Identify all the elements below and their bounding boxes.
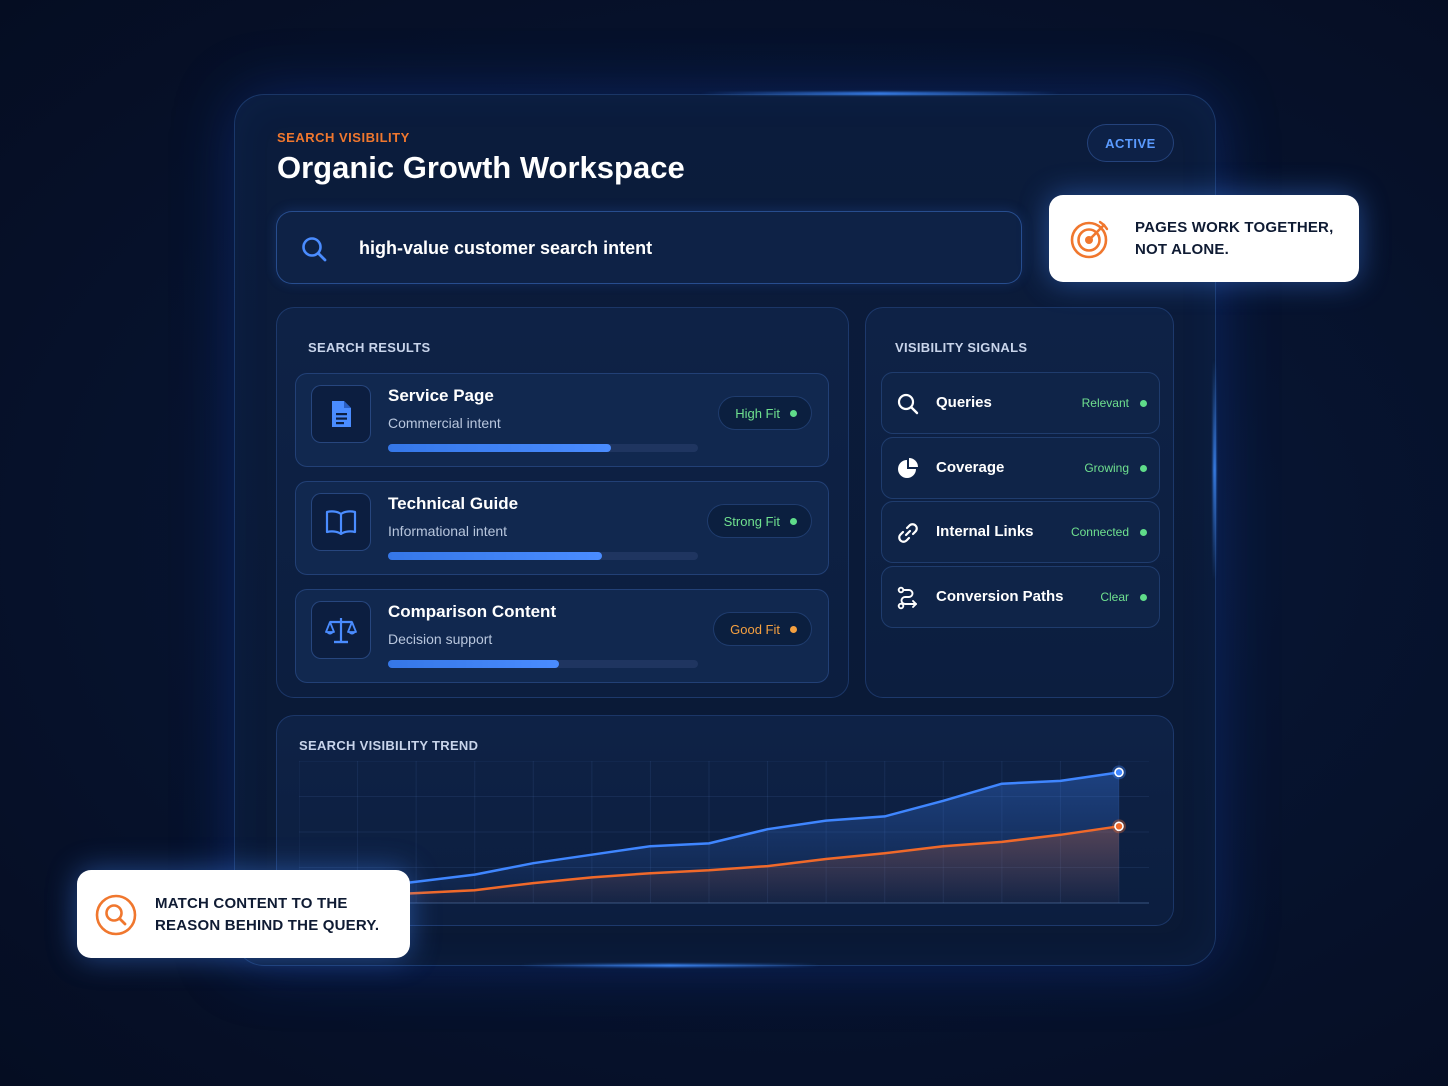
fit-progress-track xyxy=(388,444,698,452)
document-icon-box xyxy=(311,385,371,443)
search-results-label: SEARCH RESULTS xyxy=(308,340,431,355)
route-icon xyxy=(897,586,917,610)
trend-endpoint-marker xyxy=(1114,767,1124,778)
document-icon xyxy=(332,401,351,427)
signal-status-dot xyxy=(1140,400,1147,407)
search-bar[interactable] xyxy=(276,211,1022,284)
signal-status: Clear xyxy=(1100,590,1129,604)
signal-status: Relevant xyxy=(1081,396,1129,410)
frame-glow-top xyxy=(700,92,1060,95)
signal-status-dot xyxy=(1140,594,1147,601)
signal-row-internal-links[interactable]: Internal Links Connected xyxy=(881,501,1160,563)
fit-progress-fill xyxy=(388,660,559,668)
visibility-signals-label: VISIBILITY SIGNALS xyxy=(895,340,1028,355)
fit-badge: Strong Fit xyxy=(706,504,812,538)
result-card-comparison-content[interactable]: Comparison Content Decision support Good… xyxy=(295,589,829,683)
signal-row-queries[interactable]: Queries Relevant xyxy=(881,372,1160,434)
book-icon xyxy=(325,510,357,535)
link-icon xyxy=(898,523,918,543)
target-icon xyxy=(1070,220,1109,259)
section-eyebrow: SEARCH VISIBILITY xyxy=(277,130,410,145)
search-icon[interactable] xyxy=(299,234,329,264)
fit-badge: High Fit xyxy=(718,396,812,430)
trend-chart-title: SEARCH VISIBILITY TREND xyxy=(299,738,479,753)
page-title: Organic Growth Workspace xyxy=(277,150,685,185)
visibility-trend-panel: SEARCH VISIBILITY TREND xyxy=(276,715,1174,926)
fit-status-dot xyxy=(790,517,797,525)
fit-badge-label: High Fit xyxy=(735,405,780,421)
search-results-panel: SEARCH RESULTS Service Page Commercial i… xyxy=(276,307,849,698)
result-title: Technical Guide xyxy=(388,494,519,513)
signal-label: Conversion Paths xyxy=(936,588,1064,605)
signal-row-coverage[interactable]: Coverage Growing xyxy=(881,437,1160,499)
result-subtitle: Informational intent xyxy=(388,523,508,539)
callout-match-content: MATCH CONTENT TO THE REASON BEHIND THE Q… xyxy=(77,870,410,958)
fit-badge: Good Fit xyxy=(713,612,812,646)
book-icon-box xyxy=(311,493,371,551)
search-input[interactable] xyxy=(359,230,979,266)
visibility-signals-panel: VISIBILITY SIGNALS Queries Relevant Cove… xyxy=(865,307,1174,698)
fit-progress-fill xyxy=(388,444,612,452)
signal-status: Connected xyxy=(1070,525,1129,539)
trend-chart xyxy=(299,761,1149,904)
signal-label: Coverage xyxy=(936,459,1005,476)
fit-status-dot xyxy=(790,409,797,417)
signal-status: Growing xyxy=(1084,461,1129,475)
fit-progress-track xyxy=(388,552,698,560)
frame-glow-bottom xyxy=(520,964,820,967)
result-title: Service Page xyxy=(388,386,494,405)
result-subtitle: Decision support xyxy=(388,631,493,647)
result-card-technical-guide[interactable]: Technical Guide Informational intent Str… xyxy=(295,481,829,575)
signal-label: Internal Links xyxy=(936,523,1034,540)
scale-icon xyxy=(325,618,357,644)
signal-label: Queries xyxy=(936,394,992,411)
search-icon xyxy=(95,894,137,936)
fit-progress-fill xyxy=(388,552,602,560)
result-title: Comparison Content xyxy=(388,602,557,621)
fit-progress-track xyxy=(388,660,698,668)
frame-glow-right xyxy=(1213,360,1216,580)
callout-text: PAGES WORK TOGETHER, NOT ALONE. xyxy=(1135,219,1334,258)
scale-icon-box xyxy=(311,601,371,659)
result-card-service-page[interactable]: Service Page Commercial intent High Fit xyxy=(295,373,829,467)
pie-chart-icon xyxy=(898,458,918,478)
signal-row-conversion-paths[interactable]: Conversion Paths Clear xyxy=(881,566,1160,628)
fit-badge-label: Strong Fit xyxy=(723,513,780,529)
status-badge[interactable]: ACTIVE xyxy=(1087,124,1174,162)
search-icon xyxy=(897,393,919,415)
result-subtitle: Commercial intent xyxy=(388,415,501,431)
fit-badge-label: Good Fit xyxy=(730,621,780,637)
fit-status-dot xyxy=(790,625,797,633)
signal-status-dot xyxy=(1140,465,1147,472)
signal-status-dot xyxy=(1140,529,1147,536)
trend-endpoint-marker xyxy=(1114,821,1124,832)
callout-pages-together: PAGES WORK TOGETHER, NOT ALONE. xyxy=(1049,195,1359,282)
callout-text: MATCH CONTENT TO THE REASON BEHIND THE Q… xyxy=(155,895,380,934)
